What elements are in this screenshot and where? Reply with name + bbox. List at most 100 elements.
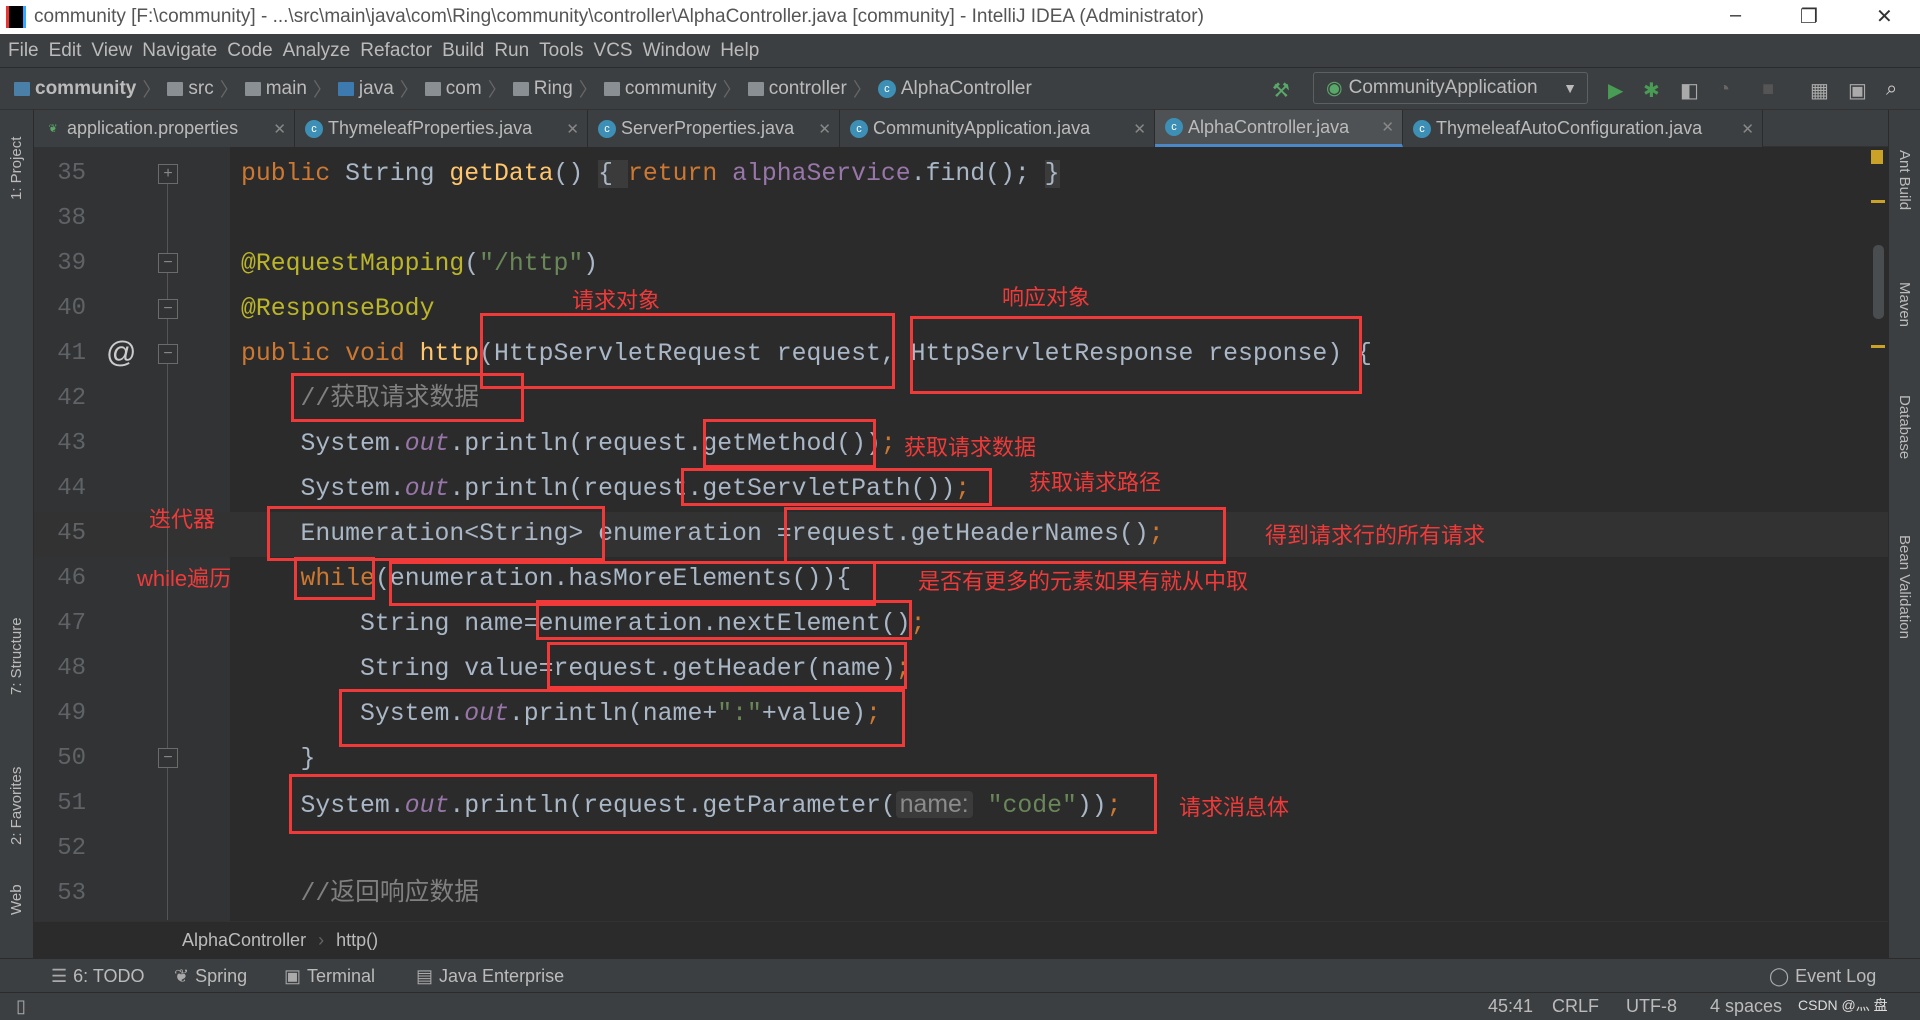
code-token: System. bbox=[241, 475, 405, 503]
maximize-button[interactable]: ❐ bbox=[1800, 4, 1818, 29]
close-tab-icon[interactable]: ✕ bbox=[273, 120, 286, 138]
tool-ant-build[interactable]: Ant Build bbox=[1896, 150, 1913, 210]
breadcrumb-item[interactable]: java 〉 bbox=[337, 75, 419, 102]
chevron-right-icon: 〉 bbox=[722, 80, 742, 101]
fold-collapse-icon[interactable]: − bbox=[158, 253, 178, 273]
menu-file[interactable]: File bbox=[8, 40, 39, 62]
presentation-icon[interactable]: ▣ bbox=[1848, 78, 1867, 103]
fold-expand-icon[interactable]: + bbox=[158, 164, 178, 184]
breadcrumb-label: main bbox=[265, 77, 307, 99]
tab-thymeleafautoconfiguration-java[interactable]: c ThymeleafAutoConfiguration.java ✕ bbox=[1403, 110, 1763, 147]
tool-spring[interactable]: ❦ Spring bbox=[174, 966, 247, 987]
project-structure-icon[interactable]: ▦ bbox=[1810, 78, 1829, 103]
breadcrumb-item[interactable]: com 〉 bbox=[424, 75, 507, 102]
run-icon[interactable]: ▶ bbox=[1608, 78, 1623, 103]
tool-event-log[interactable]: ◯ Event Log bbox=[1769, 966, 1876, 987]
window-title: community [F:\community] - ...\src\main\… bbox=[34, 6, 1204, 27]
close-tab-icon[interactable]: ✕ bbox=[566, 120, 579, 138]
debug-icon[interactable]: ✱ bbox=[1643, 78, 1660, 103]
warning-stripe[interactable] bbox=[1871, 200, 1885, 203]
fold-collapse-icon[interactable]: − bbox=[158, 299, 178, 319]
breadcrumb-item[interactable]: src 〉 bbox=[167, 75, 239, 102]
line-number: 40 bbox=[57, 295, 86, 322]
tool-web[interactable]: Web bbox=[8, 884, 25, 915]
tab-alphacontroller-java[interactable]: c AlphaController.java ✕ bbox=[1155, 110, 1403, 147]
tool-maven[interactable]: Maven bbox=[1896, 282, 1913, 327]
menu-build[interactable]: Build bbox=[442, 40, 484, 62]
warning-stripe[interactable] bbox=[1871, 345, 1885, 348]
breadcrumb-item[interactable]: main 〉 bbox=[244, 75, 332, 102]
fold-collapse-icon[interactable]: − bbox=[158, 344, 178, 364]
menu-run[interactable]: Run bbox=[494, 40, 529, 62]
tool-label: Java Enterprise bbox=[439, 966, 565, 986]
tool-database[interactable]: Database bbox=[1896, 395, 1913, 459]
editor-tabs: ❦ application.properties ✕ c ThymeleafProper… bbox=[34, 110, 1888, 147]
tool-structure[interactable]: 7: Structure bbox=[8, 617, 25, 695]
coverage-icon[interactable]: ◧ bbox=[1680, 78, 1699, 103]
menu-analyze[interactable]: Analyze bbox=[283, 40, 351, 62]
code-token: System. bbox=[241, 430, 405, 458]
tool-favorites[interactable]: 2: Favorites bbox=[8, 767, 25, 845]
tool-todo[interactable]: ☰ 6: TODO bbox=[51, 966, 145, 987]
breadcrumb-item[interactable]: community 〉 bbox=[14, 75, 161, 102]
close-tab-icon[interactable]: ✕ bbox=[1133, 120, 1146, 138]
menu-navigate[interactable]: Navigate bbox=[142, 40, 217, 62]
toggle-tool-windows-icon[interactable]: ▯ bbox=[16, 996, 26, 1017]
override-marker-icon[interactable]: @ bbox=[106, 336, 136, 370]
breadcrumb-method[interactable]: http() bbox=[336, 930, 378, 951]
tab-label: CommunityApplication.java bbox=[873, 118, 1091, 138]
tool-project[interactable]: 1: Project bbox=[8, 137, 25, 200]
breadcrumb-item[interactable]: Ring 〉 bbox=[512, 75, 598, 102]
code-token: public bbox=[241, 160, 346, 188]
left-tool-strip: 1: Project 7: Structure 2: Favorites Web bbox=[0, 110, 34, 958]
menu-refactor[interactable]: Refactor bbox=[360, 40, 432, 62]
line-number: 35 bbox=[57, 160, 86, 187]
fold-collapse-icon[interactable]: − bbox=[158, 748, 178, 768]
close-button[interactable]: ✕ bbox=[1876, 4, 1893, 29]
tab-label: AlphaController.java bbox=[1188, 116, 1350, 137]
spring-boot-icon: ◉ bbox=[1326, 77, 1343, 99]
indent-setting[interactable]: 4 spaces bbox=[1710, 996, 1782, 1017]
warning-marker[interactable] bbox=[1871, 150, 1883, 164]
tab-serverproperties-java[interactable]: c ServerProperties.java ✕ bbox=[588, 110, 840, 147]
caret-position[interactable]: 45:41 bbox=[1488, 996, 1533, 1017]
line-number: 38 bbox=[57, 205, 86, 232]
highlight-box bbox=[289, 774, 1157, 834]
close-tab-icon[interactable]: ✕ bbox=[1381, 118, 1394, 136]
editor-scrollbar[interactable] bbox=[1873, 245, 1884, 319]
editor-breadcrumb: AlphaController › http() bbox=[34, 921, 1888, 958]
run-configuration-select[interactable]: ◉ CommunityApplication ▼ bbox=[1313, 72, 1588, 104]
code-token: ( bbox=[464, 250, 480, 278]
tool-java-enterprise[interactable]: ▤ Java Enterprise bbox=[416, 966, 564, 987]
close-tab-icon[interactable]: ✕ bbox=[818, 120, 831, 138]
search-icon[interactable]: ⌕ bbox=[1886, 78, 1897, 101]
menu-view[interactable]: View bbox=[91, 40, 132, 62]
stop-icon[interactable]: ■ bbox=[1762, 78, 1774, 101]
menu-help[interactable]: Help bbox=[720, 40, 759, 62]
chevron-right-icon: 〉 bbox=[852, 80, 872, 101]
code-token: http bbox=[419, 340, 480, 368]
menu-edit[interactable]: Edit bbox=[49, 40, 82, 62]
menu-code[interactable]: Code bbox=[227, 40, 272, 62]
breadcrumb-item[interactable]: controller 〉 bbox=[747, 75, 872, 102]
tab-application-properties[interactable]: ❦ application.properties ✕ bbox=[34, 110, 295, 147]
menu-tools[interactable]: Tools bbox=[539, 40, 583, 62]
line-separator[interactable]: CRLF bbox=[1552, 996, 1599, 1017]
line-number: 41 bbox=[57, 340, 86, 367]
profile-icon[interactable]: ◔ bbox=[1718, 78, 1730, 101]
breadcrumb-item[interactable]: c AlphaController bbox=[877, 78, 1032, 100]
hammer-icon[interactable]: ⚒ bbox=[1272, 78, 1290, 103]
menu-window[interactable]: Window bbox=[643, 40, 711, 62]
tool-bean-validation[interactable]: Bean Validation bbox=[1896, 535, 1913, 639]
breadcrumb-label: java bbox=[358, 77, 394, 99]
file-encoding[interactable]: UTF-8 bbox=[1626, 996, 1677, 1017]
tab-thymeleafproperties-java[interactable]: c ThymeleafProperties.java ✕ bbox=[295, 110, 588, 147]
minimize-button[interactable]: – bbox=[1730, 4, 1741, 27]
tab-communityapplication-java[interactable]: c CommunityApplication.java ✕ bbox=[840, 110, 1155, 147]
menu-vcs[interactable]: VCS bbox=[594, 40, 633, 62]
close-tab-icon[interactable]: ✕ bbox=[1741, 120, 1754, 138]
breadcrumb-class[interactable]: AlphaController bbox=[182, 930, 306, 951]
tool-terminal[interactable]: ▣ Terminal bbox=[284, 966, 375, 987]
breadcrumb-item[interactable]: community 〉 bbox=[603, 75, 742, 102]
line-number: 47 bbox=[57, 610, 86, 637]
